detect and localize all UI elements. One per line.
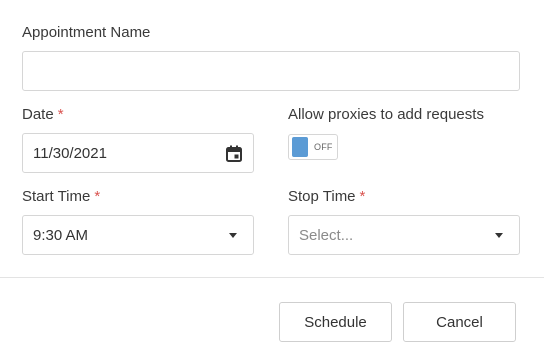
footer-divider — [0, 277, 544, 278]
cancel-button[interactable]: Cancel — [403, 302, 516, 342]
proxies-label-text: Allow proxies to add requests — [288, 106, 484, 123]
calendar-icon[interactable] — [225, 144, 243, 162]
stop-time-label-text: Stop Time — [288, 188, 356, 205]
date-value: 11/30/2021 — [33, 144, 107, 162]
date-label-text: Date — [22, 106, 54, 123]
proxies-toggle[interactable]: OFF — [288, 134, 338, 160]
date-required-mark: * — [57, 106, 64, 123]
appointment-dialog: Appointment Name Date * 11/30/2021 Allow … — [0, 0, 544, 360]
start-time-label-text: Start Time — [22, 188, 91, 205]
stop-time-label: Stop Time * — [288, 188, 365, 206]
toggle-state-text: OFF — [314, 142, 333, 152]
start-time-label: Start Time * — [22, 188, 100, 206]
chevron-down-icon — [495, 232, 503, 238]
date-label: Date * — [22, 106, 64, 124]
stop-time-select[interactable]: Select... — [288, 215, 520, 255]
start-time-required-mark: * — [94, 188, 101, 205]
appointment-name-label: Appointment Name — [22, 24, 150, 42]
schedule-button[interactable]: Schedule — [279, 302, 392, 342]
proxies-label: Allow proxies to add requests — [288, 106, 484, 124]
date-input[interactable]: 11/30/2021 — [22, 133, 254, 173]
toggle-knob — [292, 137, 308, 157]
stop-time-required-mark: * — [359, 188, 366, 205]
appointment-name-label-text: Appointment Name — [22, 24, 151, 41]
start-time-value: 9:30 AM — [33, 226, 89, 244]
chevron-down-icon — [229, 232, 237, 238]
start-time-select[interactable]: 9:30 AM — [22, 215, 254, 255]
appointment-name-input[interactable] — [22, 51, 520, 91]
stop-time-placeholder: Select... — [299, 226, 354, 244]
